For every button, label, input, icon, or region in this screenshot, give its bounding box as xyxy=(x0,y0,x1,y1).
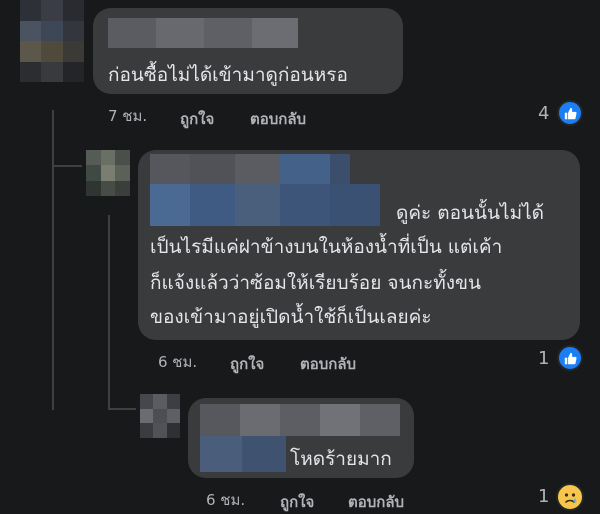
reaction-count[interactable]: 4 xyxy=(538,103,549,124)
like-button[interactable]: ถูกใจ xyxy=(180,107,214,131)
reply-button[interactable]: ตอบกลับ xyxy=(250,107,306,131)
reaction-count[interactable]: 1 xyxy=(538,486,549,507)
comment-time[interactable]: 6 ชม. xyxy=(206,488,245,512)
avatar[interactable] xyxy=(140,394,180,438)
reply-button[interactable]: ตอบกลับ xyxy=(348,490,404,514)
thumbs-up-icon[interactable] xyxy=(557,100,583,126)
thread-connector-reply-1 xyxy=(52,165,82,167)
comment-text-line: เป็นไรมีแค่ฝาข้างบนในห้องน้ำที่เป็น แต่เ… xyxy=(150,236,503,258)
comment-text-line: ของเข้ามาอยู่เปิดน้ำใช้ก็เป็นเลยค่ะ xyxy=(150,306,432,328)
thumbs-up-icon[interactable] xyxy=(557,345,583,371)
commenter-name[interactable] xyxy=(108,18,298,48)
reaction-count[interactable]: 1 xyxy=(538,348,549,369)
like-button[interactable]: ถูกใจ xyxy=(280,490,314,514)
comment-text: ก่อนซื้อไม่ได้เข้ามาดูก่อนหรอ xyxy=(108,64,348,86)
sad-face-icon[interactable] xyxy=(556,483,584,511)
comment-text-line: ก็แจ้งแล้วว่าซ้อมให้เรียบร้อย จนกะทั้งขน xyxy=(150,272,481,294)
comment-text: โหดร้ายมาก xyxy=(290,448,392,470)
comment-text-line: ดูค่ะ ตอนนั้นไม่ได้ xyxy=(396,202,544,224)
comment-time[interactable]: 7 ชม. xyxy=(108,104,147,128)
comment-time[interactable]: 6 ชม. xyxy=(158,350,197,374)
avatar[interactable] xyxy=(86,150,130,196)
like-button[interactable]: ถูกใจ xyxy=(230,352,264,376)
avatar[interactable] xyxy=(20,0,84,82)
thread-line-reply xyxy=(108,215,110,410)
thread-line-main xyxy=(52,110,54,410)
reply-button[interactable]: ตอบกลับ xyxy=(300,352,356,376)
commenter-name[interactable] xyxy=(150,154,380,226)
thread-connector-reply-2 xyxy=(108,408,136,410)
